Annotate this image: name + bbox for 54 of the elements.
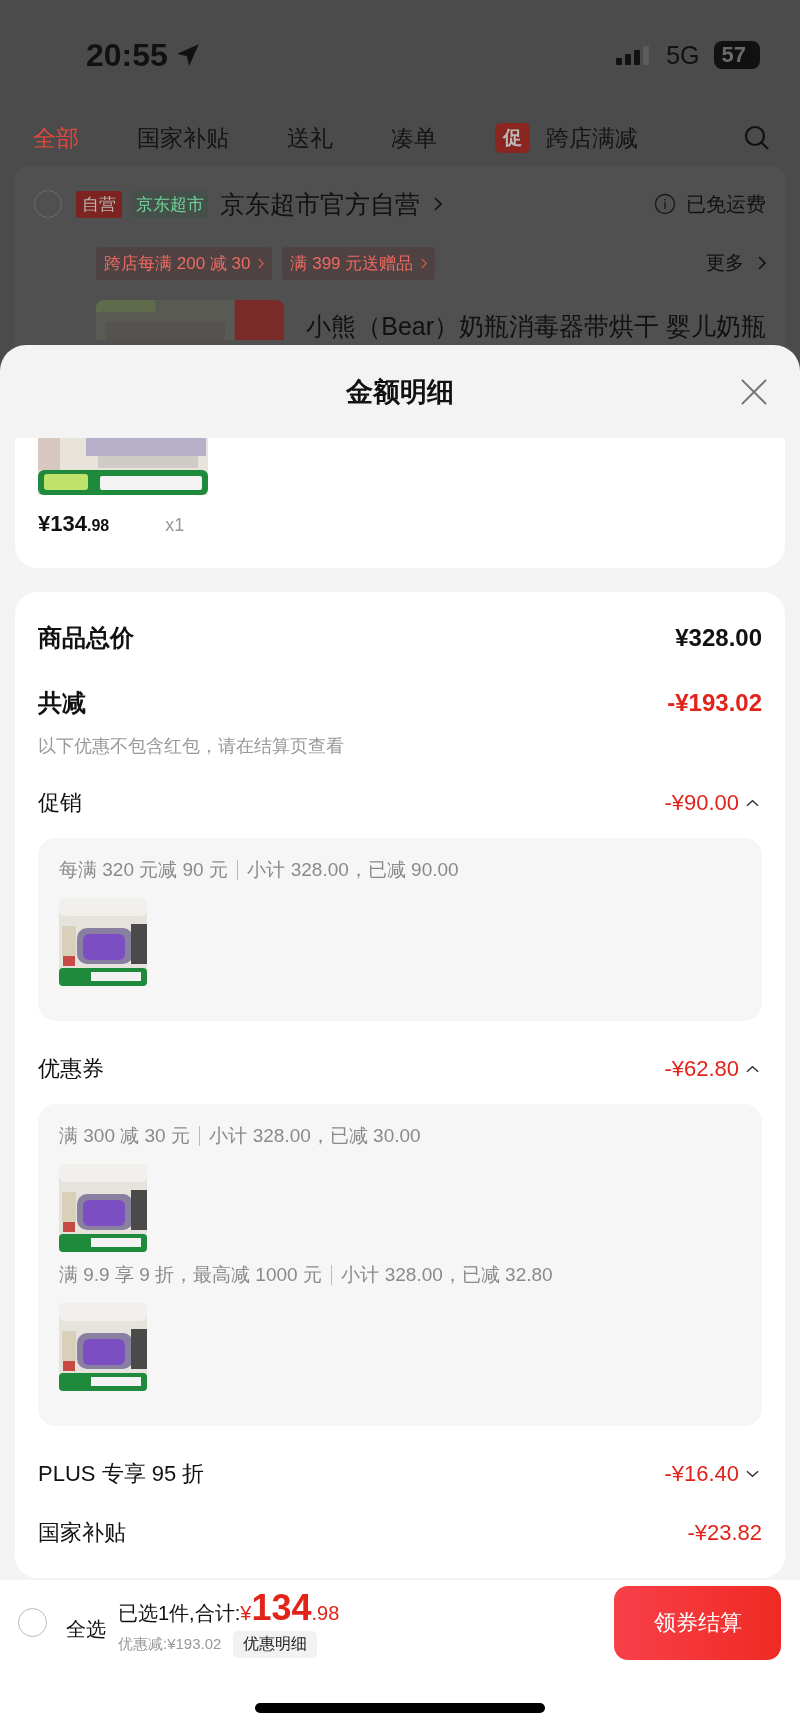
saved-amount: 优惠减:¥193.02 <box>118 1635 222 1654</box>
quantity-label: x1 <box>165 515 185 536</box>
summary-label: 已选1件,合计: <box>118 1601 241 1626</box>
product-title[interactable]: 小熊（Bear）奶瓶消毒器带烘干 婴儿奶瓶 <box>306 310 766 343</box>
note-text: 以下优惠不包含红包，请在结算页查看 <box>38 735 345 757</box>
signal-icon <box>616 45 651 65</box>
line-label: 商品总价 <box>38 623 134 653</box>
line-amount: ¥328.00 <box>675 624 762 652</box>
sheet-title: 金额明细 <box>346 375 454 409</box>
chevron-right-icon <box>421 257 428 269</box>
line-label: 优惠券 <box>38 1055 104 1083</box>
subtotal-text: 小计 328.00，已减 32.80 <box>341 1263 553 1287</box>
line-amount: -¥90.00 <box>664 790 739 816</box>
rule-text: 每满 320 元减 90 元 <box>59 858 228 882</box>
location-arrow-icon <box>175 43 200 67</box>
line-amount: -¥62.80 <box>664 1056 739 1082</box>
line-label: 国家补贴 <box>38 1519 126 1547</box>
line-amount: -¥16.40 <box>664 1461 739 1487</box>
chevron-up-icon[interactable] <box>746 1065 759 1073</box>
network-label: 5G <box>666 40 700 70</box>
line-label: PLUS 专享 95 折 <box>38 1460 205 1488</box>
chevron-right-icon <box>434 197 442 211</box>
status-time: 20:55 <box>86 36 168 74</box>
close-icon[interactable] <box>740 378 768 406</box>
product-price: ¥134.98 <box>38 511 110 537</box>
battery-indicator: 57 <box>713 41 760 69</box>
promo-chip[interactable]: 跨店每满 200 减 30 <box>96 246 273 280</box>
chevron-up-icon[interactable] <box>746 799 759 807</box>
line-amount: -¥23.82 <box>687 1520 762 1546</box>
filter-tab[interactable]: 送礼 <box>287 122 333 154</box>
search-icon[interactable] <box>744 125 770 151</box>
shipping-label: 已免运费 <box>686 191 766 217</box>
chevron-right-icon <box>758 256 766 270</box>
line-label: 共减 <box>38 688 86 718</box>
select-all-label[interactable]: 全选 <box>66 1616 106 1643</box>
line-label: 促销 <box>38 789 82 817</box>
chevron-right-icon <box>258 257 265 269</box>
info-icon[interactable] <box>654 193 676 215</box>
store-badge: 自营 <box>76 190 122 218</box>
chevron-down-icon[interactable] <box>746 1470 759 1478</box>
total-price: ¥134.98 <box>240 1587 340 1629</box>
checkout-button[interactable]: 领券结算 <box>614 1585 781 1660</box>
subtotal-text: 小计 328.00，已减 30.00 <box>209 1124 421 1148</box>
store-name[interactable]: 京东超市官方自营 <box>220 187 420 221</box>
promo-badge: 促 <box>495 123 530 153</box>
store-tag: 京东超市 <box>132 190 208 218</box>
rule-text: 满 9.9 享 9 折，最高减 1000 元 <box>59 1263 322 1287</box>
rule-text: 满 300 减 30 元 <box>59 1124 190 1148</box>
promo-chip[interactable]: 满 399 元送赠品 <box>282 246 436 280</box>
more-link[interactable]: 更多 <box>706 250 744 276</box>
subtotal-text: 小计 328.00，已减 90.00 <box>247 858 459 882</box>
details-link[interactable]: 优惠明细 <box>233 1631 318 1658</box>
line-amount: -¥193.02 <box>667 689 762 717</box>
filter-tab[interactable]: 全部 <box>33 122 79 154</box>
